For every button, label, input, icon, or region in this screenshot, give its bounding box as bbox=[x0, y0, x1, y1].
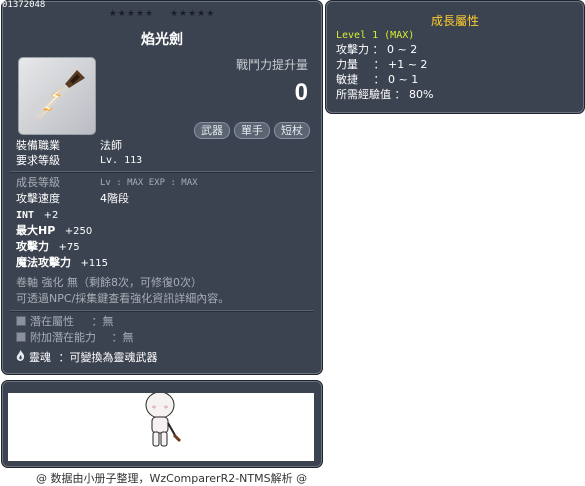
stat-label-max-hp: 最大HP bbox=[16, 224, 56, 237]
soul-flame-icon bbox=[16, 350, 26, 365]
lightning-sword-icon bbox=[33, 70, 85, 124]
required-job-value: 法師 bbox=[100, 139, 122, 152]
item-id: 01372048 bbox=[2, 0, 46, 10]
tag-weapon: 武器 bbox=[194, 122, 230, 139]
growth-row-attack: 攻擊力 ： 0 ~ 2 bbox=[336, 43, 417, 57]
growth-level-line: Level 1 (MAX) bbox=[336, 30, 415, 41]
stat-value-magic-attack: +115 bbox=[80, 258, 108, 269]
item-tooltip-panel: ★★★★★ ★★★★★ 焰光劍 戰鬥力提升量 0 武器 單手 短杖 裝備職業 法… bbox=[1, 0, 323, 375]
stat-label-attack: 攻擊力 bbox=[16, 240, 49, 253]
additional-potential-value: ：無 bbox=[111, 331, 134, 344]
potential-value: ：無 bbox=[91, 315, 114, 328]
potential-bullet-icon bbox=[16, 316, 26, 326]
potential-row: 潛在屬性 ：無 bbox=[16, 315, 114, 329]
attack-speed-label: 攻擊速度 bbox=[16, 192, 60, 205]
growth-row-value: ： 0 ~ 1 bbox=[373, 73, 419, 86]
divider bbox=[10, 310, 314, 312]
combat-power-label: 戰鬥力提升量 bbox=[235, 58, 308, 72]
growth-level-row: 成長等級 Lv : MAX EXP : MAX bbox=[16, 176, 198, 190]
tag-short-staff: 短杖 bbox=[274, 122, 310, 139]
growth-level-value: Lv : MAX EXP : MAX bbox=[100, 178, 198, 188]
growth-row-dex: 敏捷 ： 0 ~ 1 bbox=[336, 73, 418, 87]
stat-row-max-hp: 最大HP +250 bbox=[16, 224, 92, 238]
growth-row-exp: 所需經驗值 ： 80% bbox=[336, 88, 433, 102]
combat-power-value: 0 bbox=[294, 79, 308, 106]
growth-row-label: 敏捷 bbox=[336, 73, 358, 86]
item-name: 焰光劍 bbox=[141, 32, 183, 48]
tag-one-handed: 單手 bbox=[234, 122, 270, 139]
additional-potential-bullet-icon bbox=[16, 332, 26, 342]
stat-label-magic-attack: 魔法攻擊力 bbox=[16, 256, 71, 269]
attack-speed-value: 4階段 bbox=[100, 192, 129, 205]
required-job-label: 裝備職業 bbox=[16, 139, 60, 152]
soul-row: 靈魂 ：可變換為靈魂武器 bbox=[16, 350, 158, 364]
attack-speed-row: 攻擊速度 4階段 bbox=[16, 192, 129, 206]
stat-value-max-hp: +250 bbox=[64, 226, 93, 237]
character-preview-panel bbox=[1, 380, 323, 468]
stars-group-2: ★★★★★ bbox=[169, 9, 216, 19]
stat-label-int: INT bbox=[16, 210, 35, 221]
required-job-row: 裝備職業 法師 bbox=[16, 139, 122, 153]
additional-potential-label: 附加潛在能力 bbox=[30, 331, 96, 344]
growth-row-str: 力量 ： +1 ~ 2 bbox=[336, 58, 427, 72]
required-level-label: 要求等級 bbox=[16, 154, 60, 167]
stat-row-int: INT +2 bbox=[16, 208, 58, 222]
growth-row-value: ： 0 ~ 2 bbox=[372, 43, 418, 56]
growth-row-label: 力量 bbox=[336, 58, 358, 71]
soul-value: ：可變換為靈魂武器 bbox=[58, 351, 158, 364]
character-preview-area bbox=[8, 391, 314, 461]
npc-hint-text: 可透過NPC/採集鍵查看強化資訊詳細內容。 bbox=[16, 292, 230, 305]
growth-row-value: ： +1 ~ 2 bbox=[373, 58, 428, 71]
stat-value-attack: +75 bbox=[58, 242, 80, 253]
star-force-stars: ★★★★★ ★★★★★ bbox=[2, 9, 322, 19]
scroll-enhance-text: 卷軸 強化 無（剩餘8次，可修復0次） bbox=[16, 276, 202, 289]
growth-panel-title: 成長屬性 bbox=[430, 14, 479, 28]
footer-credit: @ 数据由小册子整理，WzComparerR2-NTMS解析 @ bbox=[36, 472, 308, 485]
growth-row-label: 攻擊力 bbox=[336, 43, 369, 56]
additional-potential-row: 附加潛在能力 ：無 bbox=[16, 331, 134, 345]
divider bbox=[10, 171, 314, 173]
growth-level-label: 成長等級 bbox=[16, 176, 60, 189]
item-tags: 武器 單手 短杖 bbox=[194, 122, 310, 139]
potential-label: 潛在屬性 bbox=[30, 315, 74, 328]
required-level-value: Lv. 113 bbox=[100, 155, 143, 166]
growth-attributes-panel: 成長屬性 Level 1 (MAX) 攻擊力 ： 0 ~ 2 力量 ： +1 ~… bbox=[325, 0, 585, 114]
stat-row-attack: 攻擊力 +75 bbox=[16, 240, 80, 254]
growth-row-value: ： 80% bbox=[394, 88, 434, 101]
stars-group-1: ★★★★★ bbox=[108, 9, 155, 19]
required-level-row: 要求等級 Lv. 113 bbox=[16, 154, 142, 168]
soul-label: 靈魂 bbox=[29, 351, 51, 364]
growth-row-label: 所需經驗值 bbox=[336, 88, 391, 101]
stat-value-int: +2 bbox=[43, 210, 59, 221]
stat-row-magic-attack: 魔法攻擊力 +115 bbox=[16, 256, 108, 270]
item-icon-frame bbox=[18, 57, 96, 135]
character-avatar-icon bbox=[145, 391, 182, 447]
